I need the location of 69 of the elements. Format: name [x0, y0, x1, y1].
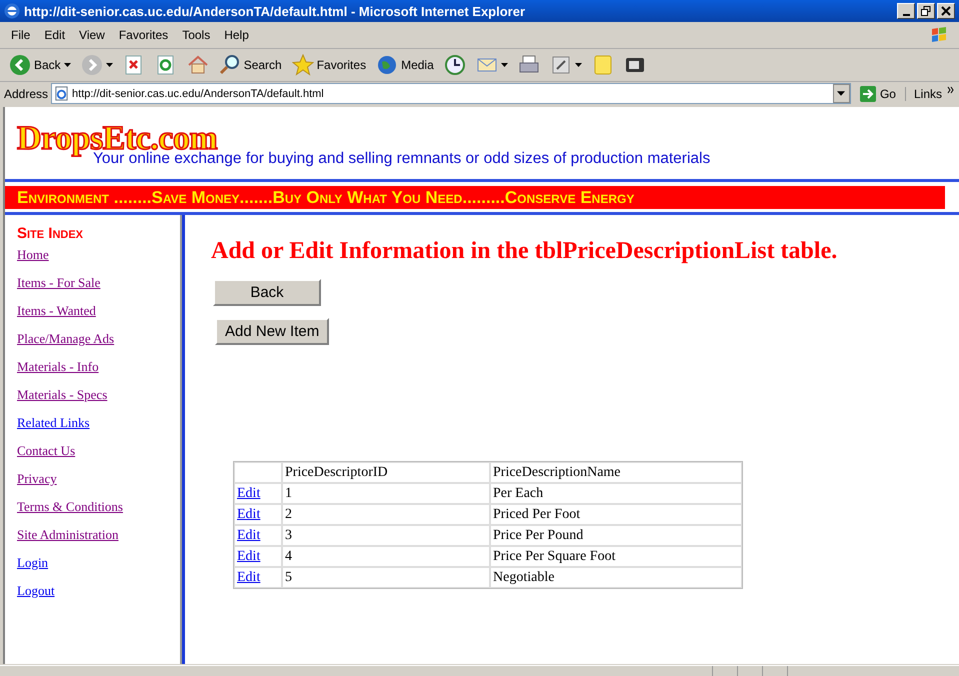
search-button[interactable]: Search — [216, 52, 285, 78]
minimize-button[interactable] — [897, 3, 915, 19]
restore-button[interactable] — [917, 3, 935, 19]
go-button[interactable]: Go — [854, 86, 902, 102]
sidebar-link[interactable]: Logout — [17, 583, 55, 598]
page-icon — [54, 86, 70, 101]
media-button[interactable]: Media — [373, 52, 437, 78]
back-button[interactable]: Back — [6, 52, 74, 78]
browser-icon — [4, 3, 20, 19]
links-button[interactable]: Links — [904, 86, 944, 100]
pencil-icon — [550, 54, 572, 76]
caret-icon[interactable] — [64, 63, 71, 67]
sidebar-link[interactable]: Items - Wanted — [17, 303, 96, 318]
dropdown-button[interactable] — [832, 84, 850, 103]
restore-icon — [921, 6, 931, 16]
table-cell: Price Per Pound — [493, 528, 584, 543]
chevron-icon[interactable] — [947, 86, 955, 94]
note-icon — [592, 54, 614, 76]
sidebar-link[interactable]: Contact Us — [17, 443, 76, 458]
table-cell: 3 — [285, 528, 292, 543]
globe-icon — [376, 54, 398, 76]
menu-item[interactable]: Favorites — [112, 28, 176, 42]
table-cell: 5 — [285, 570, 292, 585]
sidebar-link[interactable]: Place/Manage Ads — [17, 331, 114, 346]
caret-icon[interactable] — [106, 63, 113, 67]
sidebar-link[interactable]: Privacy — [17, 471, 57, 486]
sidebar-link[interactable]: Terms & Conditions — [17, 499, 123, 514]
back-button[interactable]: Back — [213, 279, 321, 306]
minimize-icon — [902, 14, 910, 16]
sidebar-link[interactable]: Items - For Sale — [17, 275, 100, 290]
search-icon — [218, 54, 241, 76]
address-label: Address — [4, 86, 48, 100]
page-heading: Add or Edit Information in the tblPriceDescriptionList table. — [211, 237, 838, 265]
home-icon — [186, 54, 209, 76]
caret-icon[interactable] — [574, 63, 582, 67]
menu-item[interactable]: Help — [217, 28, 256, 42]
caret-icon[interactable] — [500, 63, 508, 67]
column-header: PriceDescriptorID — [285, 465, 388, 480]
clock-icon — [444, 54, 466, 76]
table-cell: Priced Per Foot — [493, 507, 580, 522]
table-cell: Negotiable — [493, 570, 554, 585]
table-cell: 2 — [285, 507, 292, 522]
sidebar-link[interactable]: Materials - Specs — [17, 387, 108, 402]
close-button[interactable] — [937, 3, 955, 19]
menu-item[interactable]: View — [72, 28, 112, 42]
scrolling-banner: Environment ........Save Money.......Buy Only What You Need.........Conserve Energy — [5, 186, 945, 209]
add-item-button[interactable]: Add New Item — [215, 318, 330, 345]
windows-logo-icon — [929, 25, 949, 45]
menu-item[interactable]: File — [4, 28, 38, 42]
sidebar-link[interactable]: Login — [17, 555, 48, 570]
sidebar-link[interactable]: Related Links — [17, 415, 90, 430]
menu-item[interactable]: Tools — [175, 28, 218, 42]
sidebar-link[interactable]: Home — [17, 247, 49, 262]
column-header: PriceDescriptionName — [493, 465, 621, 480]
sidebar-link[interactable]: Materials - Info — [17, 359, 99, 374]
close-icon — [941, 6, 951, 16]
caret-icon — [837, 91, 846, 96]
table-cell: 4 — [285, 549, 292, 564]
menu-item[interactable]: Edit — [37, 28, 72, 42]
sidebar-title: Site Index — [17, 227, 84, 241]
table-cell: Price Per Square Foot — [493, 549, 616, 564]
sidebar-link[interactable]: Site Administration — [17, 527, 118, 542]
table-cell: 1 — [285, 486, 292, 501]
table-cell: Per Each — [493, 486, 544, 501]
favorites-button[interactable]: Favorites — [288, 52, 370, 78]
window-title: http://dit-senior.cas.uc.edu/AndersonTA/default.html - Microsoft Internet Explorer — [24, 4, 526, 18]
address-field[interactable]: http://dit-senior.cas.uc.edu/AndersonTA/default.html — [51, 83, 851, 104]
star-icon — [292, 54, 314, 76]
arrow-icon — [860, 86, 876, 102]
